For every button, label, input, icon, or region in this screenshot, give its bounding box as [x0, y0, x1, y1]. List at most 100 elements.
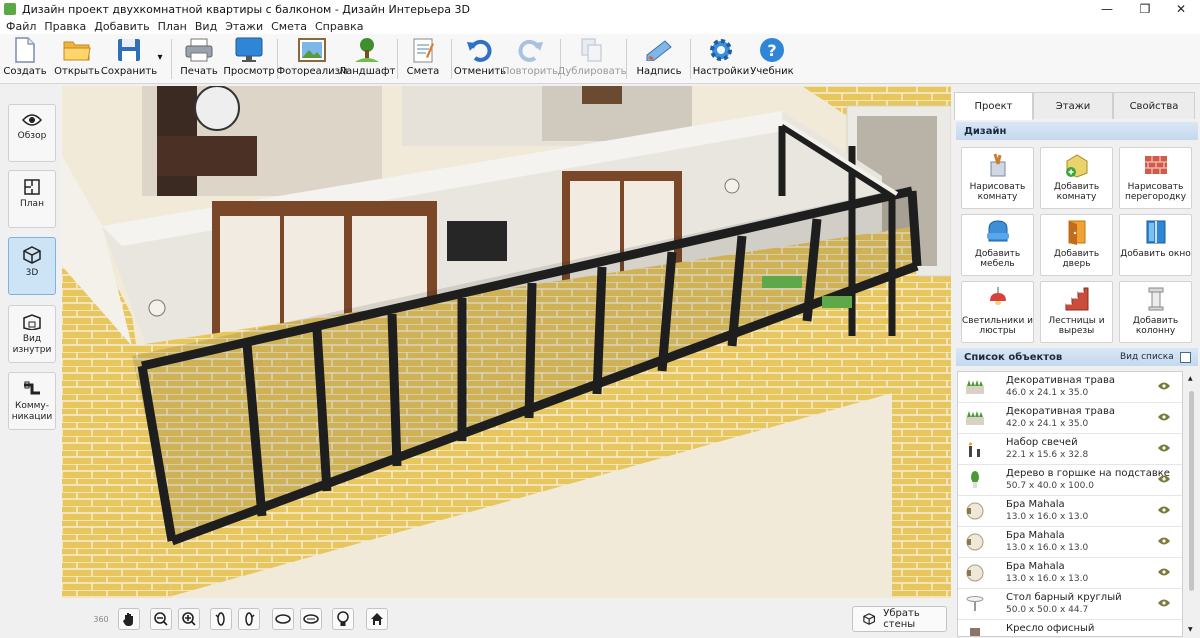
toolbar-separator	[690, 39, 691, 79]
cube-icon	[23, 246, 41, 264]
add-window-button[interactable]: Добавить окно	[1119, 214, 1192, 276]
estimate-button[interactable]: Смета	[403, 36, 443, 82]
tab-floors[interactable]: Этажи	[1033, 92, 1113, 119]
list-item[interactable]: Бра Mahala 13.0 x 16.0 x 13.0	[958, 496, 1182, 527]
photorealism-button[interactable]: Фотореализм	[276, 36, 348, 82]
app-icon	[4, 3, 16, 15]
view-list-link[interactable]: Вид списка	[1120, 352, 1174, 362]
visibility-eye-icon[interactable]	[1158, 537, 1170, 545]
menu-edit[interactable]: Правка	[44, 20, 86, 33]
stairs-icon	[1065, 287, 1088, 311]
svg-text:?: ?	[767, 41, 776, 60]
chevron-down-icon: ▾	[157, 52, 163, 63]
list-item[interactable]: Набор свечей 22.1 x 15.6 x 32.8	[958, 434, 1182, 465]
toolbar-separator	[397, 39, 398, 79]
zoom-out-button[interactable]	[150, 608, 172, 630]
lighting-button[interactable]	[332, 608, 354, 630]
list-view-icon[interactable]	[1180, 351, 1191, 363]
menu-file[interactable]: Файл	[6, 20, 36, 33]
visibility-eye-icon[interactable]	[1158, 475, 1170, 483]
landscape-button[interactable]: Ландшафт	[339, 36, 395, 82]
plan-button[interactable]: План	[8, 170, 56, 228]
print-button[interactable]: Печать	[178, 36, 220, 82]
3d-viewport[interactable]	[62, 86, 951, 598]
rotate-360-icon[interactable]: 360	[90, 608, 112, 630]
create-button[interactable]: Создать	[3, 36, 47, 82]
sconce-icon	[966, 533, 984, 551]
toolbar-separator	[451, 39, 452, 79]
gear-icon	[706, 36, 736, 64]
save-button[interactable]: Сохранить	[101, 36, 157, 82]
list-item[interactable]: Стол барный круглый 50.0 x 50.0 x 44.7	[958, 589, 1182, 620]
tab-properties[interactable]: Свойства	[1113, 92, 1195, 119]
visibility-eye-icon[interactable]	[1158, 568, 1170, 576]
tilt-down-icon	[303, 614, 319, 624]
open-button[interactable]: Открыть	[54, 36, 100, 82]
menu-estimate[interactable]: Смета	[271, 20, 307, 33]
menu-add[interactable]: Добавить	[94, 20, 149, 33]
settings-button[interactable]: Настройки	[693, 36, 749, 82]
overview-button[interactable]: Обзор	[8, 104, 56, 162]
menu-plan[interactable]: План	[158, 20, 187, 33]
rotate-right-button[interactable]	[238, 608, 260, 630]
paint-brush-icon	[990, 153, 1005, 177]
sconce-icon	[966, 564, 984, 582]
chair-icon	[970, 628, 980, 636]
preview-button[interactable]: Просмотр	[223, 36, 275, 82]
tilt-down-button[interactable]	[300, 608, 322, 630]
utilities-button[interactable]: Комму- никации	[8, 372, 56, 430]
label-button[interactable]: Надпись	[637, 36, 682, 82]
list-item[interactable]: Декоративная трава 42.0 x 24.1 x 35.0	[958, 403, 1182, 434]
right-panel: Проект Этажи Свойства Дизайн Нарисовать …	[952, 86, 1200, 638]
menu-floors[interactable]: Этажи	[225, 20, 263, 33]
title-bar: Дизайн проект двухкомнатной квартиры с б…	[0, 0, 1200, 18]
view-3d-button[interactable]: 3D	[8, 237, 56, 295]
maximize-button[interactable]: ❐	[1126, 0, 1164, 18]
pipes-icon	[24, 381, 40, 395]
visibility-eye-icon[interactable]	[1158, 506, 1170, 514]
home-view-button[interactable]	[366, 608, 388, 630]
scroll-up-icon[interactable]: ▲	[1188, 375, 1195, 382]
list-item[interactable]: Кресло офисный	[958, 620, 1182, 636]
add-column-button[interactable]: Добавить колонну	[1119, 281, 1192, 343]
draw-partition-button[interactable]: Нарисовать перегородку	[1119, 147, 1192, 209]
undo-button[interactable]: Отменить	[454, 36, 506, 82]
add-door-button[interactable]: Добавить дверь	[1040, 214, 1113, 276]
draw-room-button[interactable]: Нарисовать комнату	[961, 147, 1034, 209]
tilt-up-button[interactable]	[272, 608, 294, 630]
object-list-scrollbar[interactable]: ▲ ▼	[1185, 371, 1198, 637]
list-item[interactable]: Дерево в горшке на подставке 50.7 x 40.0…	[958, 465, 1182, 496]
folder-icon	[62, 36, 92, 64]
stairs-button[interactable]: Лестницы и вырезы	[1040, 281, 1113, 343]
list-item[interactable]: Бра Mahala 13.0 x 16.0 x 13.0	[958, 527, 1182, 558]
scroll-down-icon[interactable]: ▼	[1188, 626, 1195, 633]
object-list[interactable]: Декоративная трава 46.0 x 24.1 x 35.0 Де…	[957, 371, 1183, 637]
minimize-button[interactable]: —	[1088, 0, 1126, 18]
remove-walls-button[interactable]: Убрать стены	[852, 606, 947, 632]
list-item[interactable]: Бра Mahala 13.0 x 16.0 x 13.0	[958, 558, 1182, 589]
undo-icon	[465, 36, 495, 64]
close-button[interactable]: ✕	[1162, 0, 1200, 18]
view-inside-button[interactable]: Вид изнутри	[8, 305, 56, 363]
menu-help[interactable]: Справка	[315, 20, 363, 33]
balcony-3d-scene[interactable]	[62, 86, 951, 598]
lamps-button[interactable]: Светильники и люстры	[961, 281, 1034, 343]
zoom-in-button[interactable]	[178, 608, 200, 630]
menu-bar: Файл Правка Добавить План Вид Этажи Смет…	[0, 18, 1200, 34]
duplicate-button[interactable]: Дублировать	[558, 36, 627, 82]
visibility-eye-icon[interactable]	[1158, 413, 1170, 421]
tab-project[interactable]: Проект	[954, 92, 1033, 120]
menu-view[interactable]: Вид	[195, 20, 217, 33]
add-room-button[interactable]: Добавить комнату	[1040, 147, 1113, 209]
rotate-left-button[interactable]	[210, 608, 232, 630]
scrollbar-thumb[interactable]	[1189, 391, 1194, 591]
add-furniture-button[interactable]: Добавить мебель	[961, 214, 1034, 276]
redo-button[interactable]: Повторить	[502, 36, 558, 82]
pan-hand-button[interactable]	[118, 608, 140, 630]
visibility-eye-icon[interactable]	[1158, 382, 1170, 390]
objects-header-title: Список объектов	[964, 351, 1063, 363]
list-item[interactable]: Декоративная трава 46.0 x 24.1 x 35.0	[958, 372, 1182, 403]
tutorial-button[interactable]: ? Учебник	[750, 36, 794, 82]
visibility-eye-icon[interactable]	[1158, 444, 1170, 452]
visibility-eye-icon[interactable]	[1158, 599, 1170, 607]
